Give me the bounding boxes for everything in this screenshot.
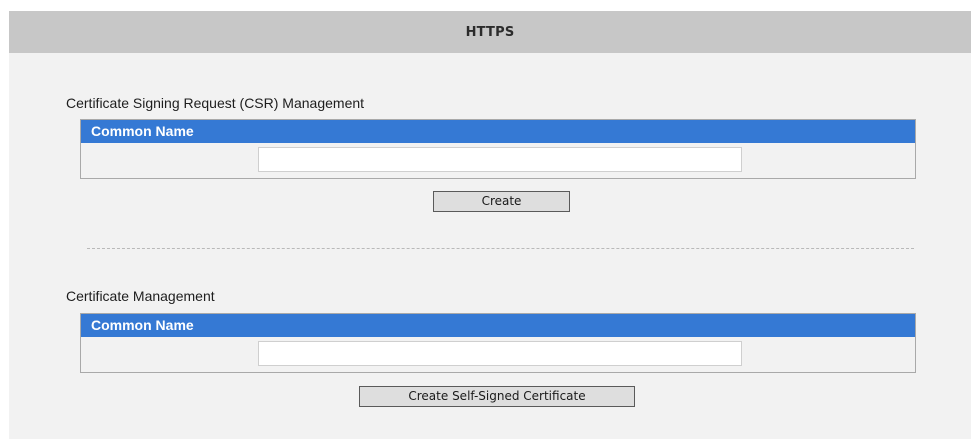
cert-section-heading: Certificate Management <box>66 288 215 304</box>
csr-common-name-row <box>81 143 915 178</box>
create-csr-button[interactable]: Create <box>433 191 570 212</box>
cert-common-name-input[interactable] <box>258 341 742 366</box>
create-self-signed-certificate-button[interactable]: Create Self-Signed Certificate <box>359 386 635 407</box>
csr-common-name-header: Common Name <box>81 120 915 143</box>
https-page: HTTPS Certificate Signing Request (CSR) … <box>9 11 971 439</box>
section-divider <box>87 248 914 249</box>
page-title: HTTPS <box>465 24 515 40</box>
cert-common-name-row <box>81 337 915 372</box>
cert-common-name-panel: Common Name <box>80 313 916 373</box>
title-bar: HTTPS <box>9 11 971 53</box>
csr-section-heading: Certificate Signing Request (CSR) Manage… <box>66 95 365 111</box>
csr-common-name-input[interactable] <box>258 147 742 172</box>
csr-common-name-panel: Common Name <box>80 119 916 179</box>
cert-common-name-header: Common Name <box>81 314 915 337</box>
